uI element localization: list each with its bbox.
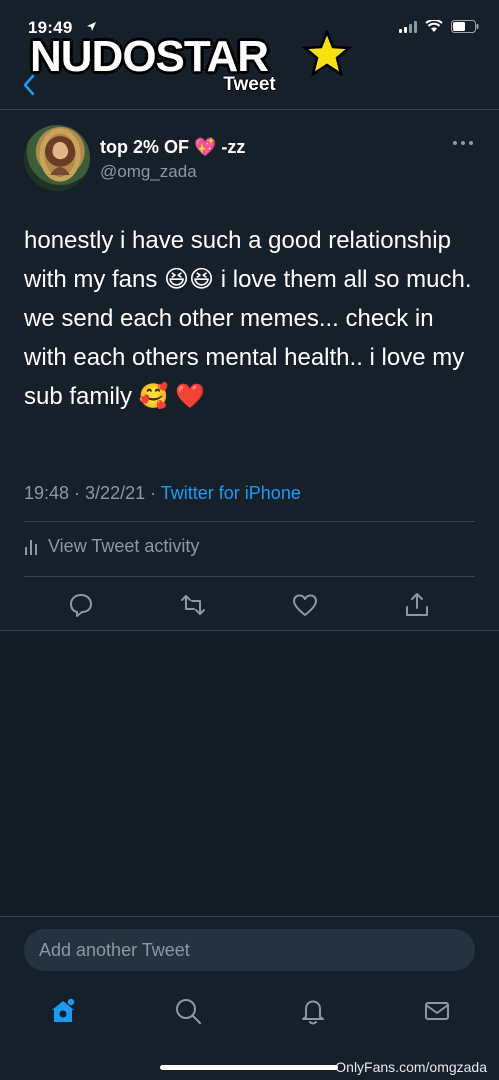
nav-bar: Tweet (0, 60, 499, 110)
messages-envelope-icon[interactable] (422, 996, 452, 1026)
tweet-source-link[interactable]: Twitter for iPhone (161, 483, 301, 503)
home-icon[interactable] (48, 996, 78, 1026)
view-tweet-activity-label: View Tweet activity (48, 536, 200, 556)
empty-content-area (0, 632, 499, 916)
reply-icon[interactable] (67, 591, 95, 619)
share-icon[interactable] (403, 591, 431, 619)
page-title: Tweet (223, 74, 276, 95)
tweet-meta: 19:48 · 3/22/21 · Twitter for iPhone (24, 483, 301, 504)
search-icon[interactable] (173, 996, 203, 1026)
tweet-actions (0, 591, 499, 623)
tweet-text: honestly i have such a good relationship… (24, 227, 472, 410)
add-another-tweet-input[interactable] (24, 929, 475, 971)
bar-chart-icon (25, 539, 37, 555)
tweet-detail: top 2% OF 💖 -zz @omg_zada honestly i hav… (0, 111, 499, 631)
status-icons (399, 20, 479, 33)
watermark-url: OnlyFans.com/omgzada (335, 1059, 487, 1075)
tweet-timestamp: 19:48 · 3/22/21 · (24, 483, 161, 503)
battery-icon (451, 20, 479, 33)
user-handle: @omg_zada (100, 162, 197, 181)
avatar-image (39, 128, 81, 182)
divider (24, 521, 475, 522)
cellular-signal-icon (399, 20, 417, 33)
divider (24, 576, 475, 577)
notifications-bell-icon[interactable] (298, 996, 328, 1026)
more-options-icon[interactable] (453, 141, 473, 145)
retweet-icon[interactable] (179, 591, 207, 619)
like-heart-icon[interactable] (291, 591, 319, 619)
location-arrow-icon (87, 22, 96, 31)
avatar[interactable] (24, 125, 90, 191)
wifi-icon (425, 20, 443, 32)
display-name[interactable]: top 2% OF 💖 -zz (100, 137, 245, 158)
home-indicator[interactable] (160, 1065, 338, 1070)
compose-bar (0, 916, 499, 982)
view-tweet-activity-button[interactable]: View Tweet activity (24, 536, 199, 557)
